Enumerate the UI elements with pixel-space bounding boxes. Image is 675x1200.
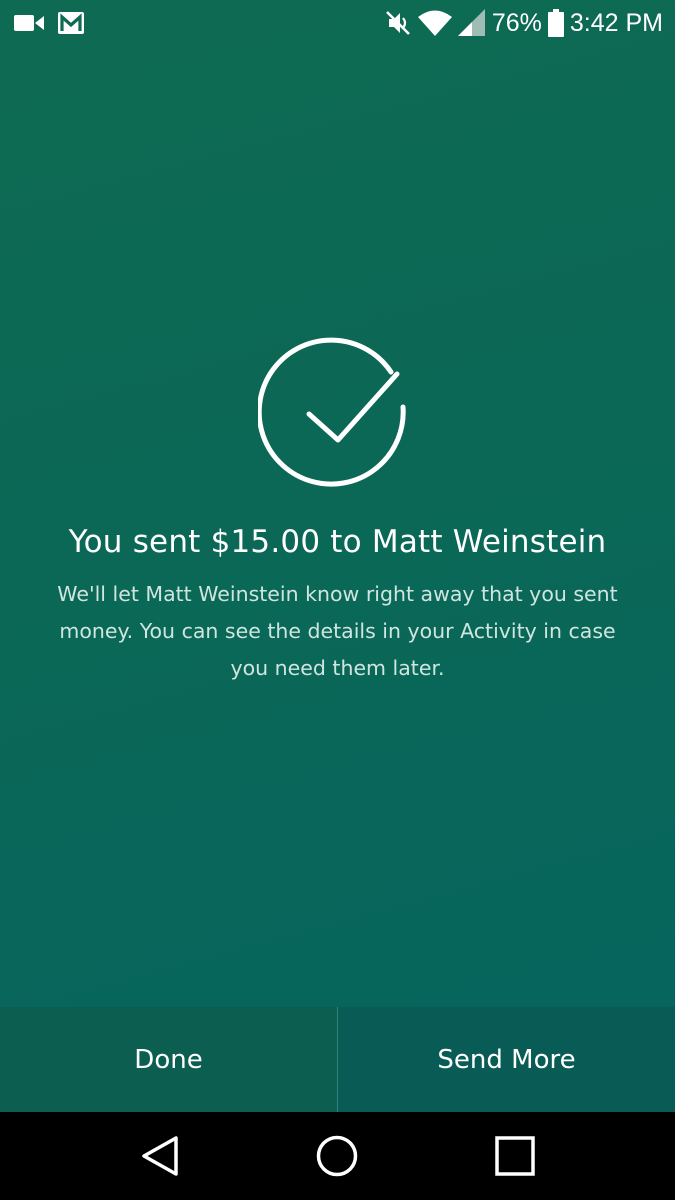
checkmark-circle-icon [256,336,418,496]
status-bar: 76% 3:42 PM [0,0,675,46]
payment-success-screen: 76% 3:42 PM You sent $15.00 to Matt Wein… [0,0,675,1200]
back-icon[interactable] [115,1112,205,1200]
gmail-icon [58,12,84,34]
action-bar: Done Send More [0,1007,675,1112]
status-bar-system: 76% 3:42 PM [384,6,663,40]
recents-icon[interactable] [470,1112,560,1200]
battery-percent: 76% [491,9,542,37]
navigation-bar [0,1112,675,1200]
success-message: We'll let Matt Weinstein know right away… [57,582,618,680]
success-title: You sent $15.00 to Matt Weinstein [68,524,607,560]
mute-icon [384,9,412,37]
battery-icon [547,9,564,37]
video-camera-icon [14,14,44,32]
home-icon[interactable] [292,1112,382,1200]
done-button[interactable]: Done [0,1007,337,1112]
send-more-button[interactable]: Send More [338,1007,675,1112]
status-bar-notifications [14,8,84,38]
status-time: 3:42 PM [569,9,663,37]
cell-signal-icon [457,9,486,37]
wifi-icon [417,9,452,37]
